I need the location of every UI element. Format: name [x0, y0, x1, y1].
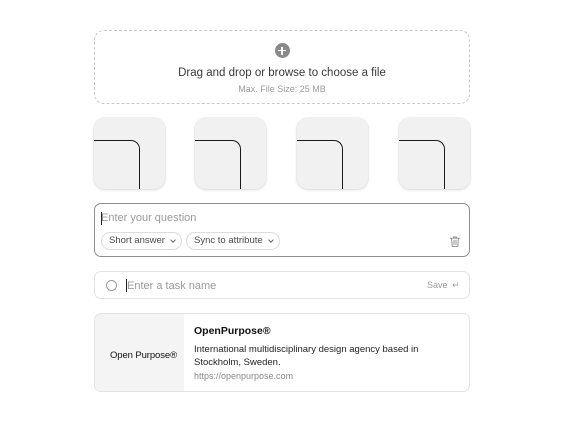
card-url[interactable]: https://openpurpose.com [194, 371, 293, 381]
answer-type-select[interactable]: Short answer [101, 232, 182, 250]
thumbnail-preview [94, 140, 140, 189]
question-editor: Short answer Sync to attribute [94, 203, 470, 257]
plus-circle-icon[interactable] [274, 43, 290, 58]
thumbnail-4[interactable] [399, 118, 470, 189]
sync-attribute-select[interactable]: Sync to attribute [186, 232, 280, 250]
task-row: Save ↵ [94, 271, 470, 299]
card-description: International multidisciplinary design a… [194, 344, 419, 368]
dropzone-title: Drag and drop or browse to choose a file [178, 67, 386, 79]
thumbnail-2[interactable] [195, 118, 266, 189]
dropzone-max-size: Max. File Size: 25 MB [238, 84, 326, 94]
thumbnail-preview [399, 140, 445, 189]
enter-key-icon: ↵ [452, 280, 460, 290]
thumbnail-preview [297, 140, 343, 189]
open-purpose-logo: Open Purpose® [110, 350, 177, 361]
text-caret [126, 279, 127, 292]
task-checkbox[interactable] [106, 280, 117, 291]
task-name-input[interactable] [127, 278, 407, 294]
text-caret [101, 212, 102, 225]
save-button[interactable]: Save [427, 280, 448, 290]
trash-icon[interactable] [450, 236, 460, 247]
thumbnail-3[interactable] [297, 118, 368, 189]
chevron-down-icon [267, 237, 274, 243]
sync-attribute-label: Sync to attribute [194, 235, 263, 246]
card-title: OpenPurpose® [194, 325, 271, 337]
logo-panel: Open Purpose® [95, 314, 184, 391]
answer-type-label: Short answer [109, 235, 165, 246]
thumbnail-preview [195, 140, 241, 189]
chevron-down-icon [170, 237, 176, 243]
link-preview-card[interactable]: Open Purpose® OpenPurpose® International… [94, 313, 470, 392]
thumbnail-1[interactable] [94, 118, 165, 189]
question-input[interactable] [101, 210, 431, 226]
file-dropzone[interactable]: Drag and drop or browse to choose a file… [94, 30, 470, 104]
